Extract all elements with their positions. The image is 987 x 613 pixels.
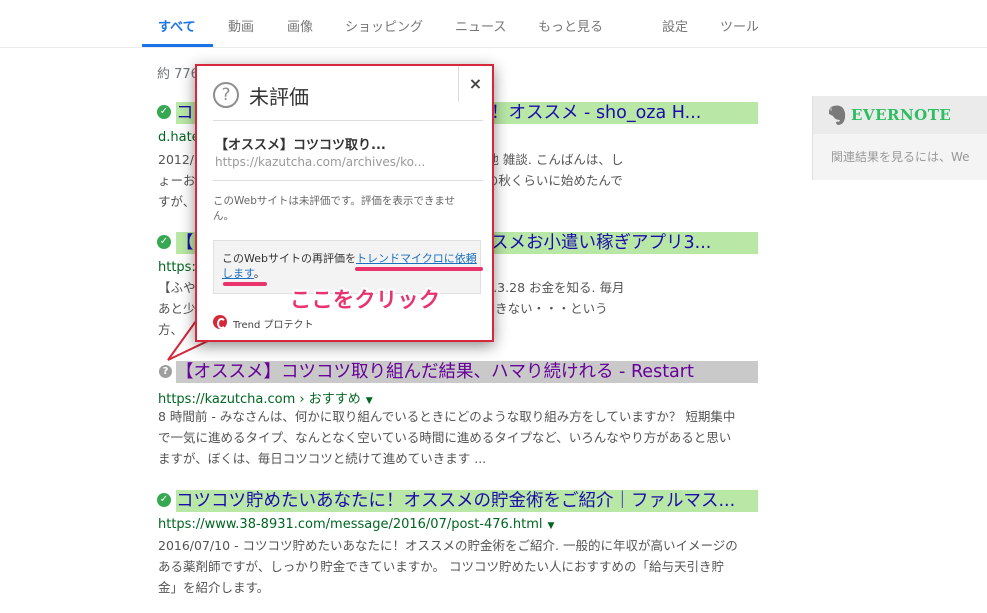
evernote-logo-text: EVERNOTE: [851, 106, 952, 124]
annotation-underline: [355, 267, 483, 271]
search-tabs-bar: すべて 動画 画像 ショッピング ニュース もっと見る 設定 ツール: [0, 0, 987, 48]
url-dropdown-icon[interactable]: ▼: [548, 521, 555, 531]
trend-micro-logo-icon: [213, 315, 227, 329]
snippet-line: で一気に進めるタイプ、なんとなく空いている時間に進めるタイプなど、いろんなやり方…: [158, 430, 732, 445]
result-title-link[interactable]: コツコツ貯めたいあなたに！オススメの貯金術をご紹介｜ファルマス...: [176, 490, 758, 512]
url-dropdown-icon[interactable]: ▼: [366, 396, 373, 406]
tab-more[interactable]: もっと見る: [538, 16, 603, 35]
question-circle-icon: ?: [213, 82, 239, 108]
rerate-text-before: このWebサイトの再評価を: [222, 252, 356, 265]
safe-check-icon[interactable]: ✓: [157, 235, 171, 249]
result-url-text: https://kazutcha.com › おすすめ: [158, 392, 361, 407]
result-url: https:/: [158, 260, 201, 275]
popup-page-title: 【オススメ】コツコツ取り...: [215, 138, 386, 153]
unrated-question-icon[interactable]: ?: [159, 365, 172, 378]
result-url-text: https://www.38-8931.com/message/2016/07/…: [158, 517, 543, 532]
result-stats: 約 776: [157, 67, 199, 82]
snippet-line: 8 時間前 - みなさんは、何かに取り組んでいるときにどのような取り組み方をして…: [158, 409, 736, 424]
rerate-text-after: 。: [253, 267, 265, 280]
result-url: https://www.38-8931.com/message/2016/07/…: [158, 517, 554, 532]
result-url: d.hate: [158, 130, 200, 145]
evernote-elephant-icon: [829, 105, 846, 125]
safe-check-icon[interactable]: ✓: [157, 105, 171, 119]
tools-link[interactable]: ツール: [720, 16, 759, 35]
popup-title: 未評価: [249, 85, 309, 109]
result-snippet: 2016/07/10 - コツコツ貯めたいあなたに！オススメの貯金術をご紹介. …: [158, 535, 758, 598]
snippet-line: ますが、ぼくは、毎日コツコツと続けて進めていきます ...: [158, 451, 487, 466]
unrated-message: このWebサイトは未評価です。評価を表示できません。: [213, 195, 456, 222]
tab-videos[interactable]: 動画: [228, 16, 254, 35]
tab-images[interactable]: 画像: [287, 16, 313, 35]
result-url: https://kazutcha.com › おすすめ ▼: [158, 388, 373, 407]
snippet-line: 2016/07/10 - コツコツ貯めたいあなたに！オススメの貯金術をご紹介. …: [158, 538, 738, 553]
safe-check-icon[interactable]: ✓: [157, 493, 171, 507]
evernote-panel: EVERNOTE 関連結果を見るには、We: [812, 96, 987, 180]
settings-link[interactable]: 設定: [662, 16, 688, 35]
snippet-line: ある薬剤師ですが、しっかり貯金できていますか。 コツコツ貯めたい人におすすめの「…: [158, 559, 724, 574]
tab-all[interactable]: すべて: [158, 16, 196, 35]
click-here-annotation: ここをクリック: [290, 288, 441, 312]
divider: [213, 180, 483, 181]
rerate-request-text: このWebサイトの再評価をトレンドマイクロに依頼します。: [222, 251, 478, 281]
evernote-header: EVERNOTE: [813, 96, 987, 134]
tab-shopping[interactable]: ショッピング: [345, 16, 423, 35]
result-snippet: 8 時間前 - みなさんは、何かに取り組んでいるときにどのような取り組み方をして…: [158, 406, 758, 469]
result-title-link[interactable]: 【オススメ】コツコツ取り組んだ結果、ハマり続けれる - Restart: [176, 361, 758, 383]
tab-news[interactable]: ニュース: [455, 16, 506, 35]
evernote-related-text[interactable]: 関連結果を見るには、We: [831, 148, 970, 165]
active-tab-indicator: [142, 44, 213, 47]
close-button[interactable]: ×: [458, 66, 492, 102]
snippet-line: 金」を紹介します。: [158, 580, 270, 595]
divider: [213, 120, 483, 121]
trend-protect-label: Trend プロテクト: [233, 320, 314, 331]
annotation-underline: [223, 282, 267, 286]
popup-page-url: https://kazutcha.com/archives/ko...: [215, 155, 426, 169]
